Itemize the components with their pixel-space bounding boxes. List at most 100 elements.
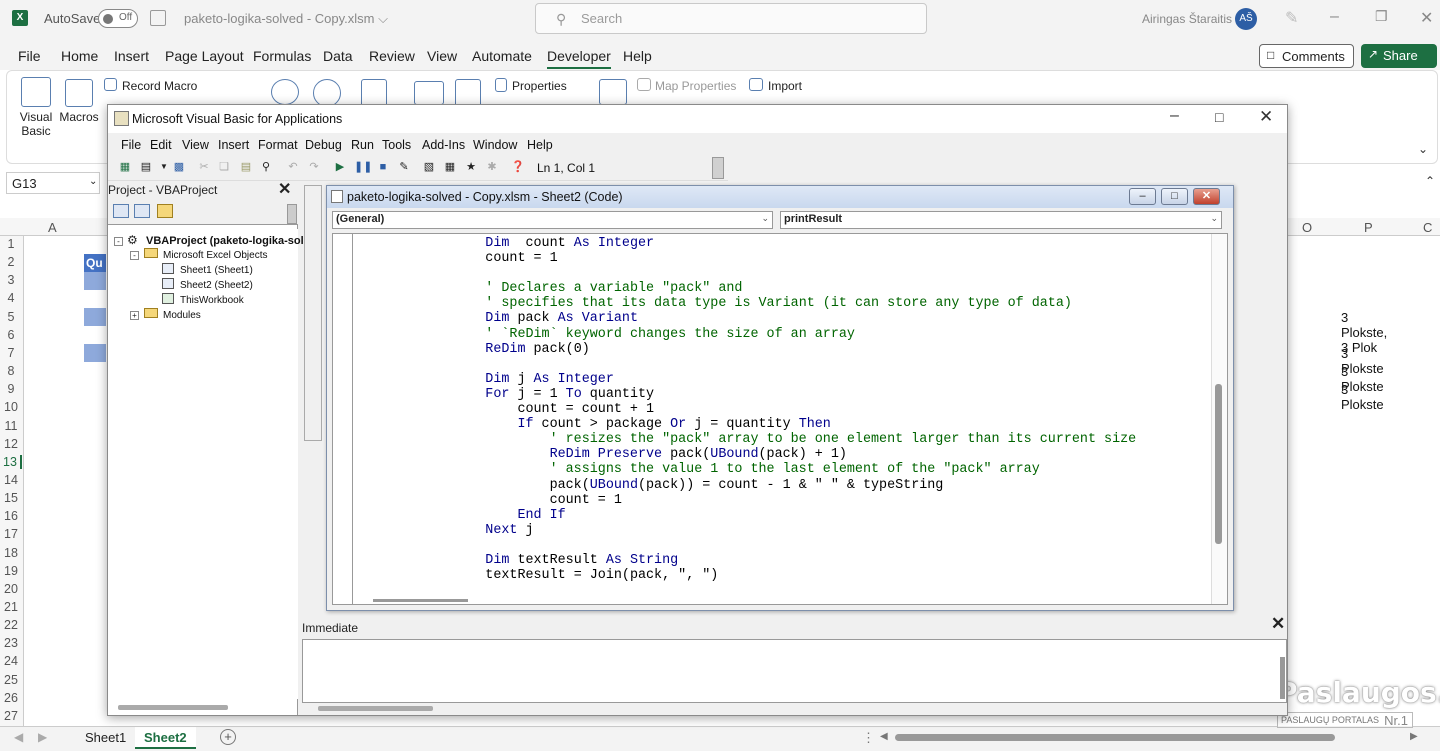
row-header[interactable]: 23 bbox=[0, 636, 22, 650]
row-header[interactable]: 4 bbox=[0, 291, 22, 305]
column-header[interactable]: A bbox=[48, 220, 57, 235]
highlighted-cell[interactable] bbox=[84, 272, 106, 290]
scroll-left-icon[interactable]: ◀ bbox=[880, 731, 888, 742]
toolbar-overflow-handle[interactable] bbox=[712, 157, 724, 179]
row-header[interactable]: 1 bbox=[0, 237, 22, 251]
visual-basic-label[interactable]: Visual Basic bbox=[13, 110, 59, 138]
chevron-down-icon[interactable]: ⌄ bbox=[1210, 213, 1218, 224]
row-header[interactable]: 15 bbox=[0, 491, 22, 505]
highlighted-cell[interactable] bbox=[84, 308, 106, 326]
row-header[interactable]: 25 bbox=[0, 673, 22, 687]
gear-icon[interactable] bbox=[313, 79, 341, 107]
cell-p9[interactable]: 3 Plokste bbox=[1341, 382, 1384, 412]
highlighted-cell[interactable] bbox=[84, 344, 106, 362]
code-line[interactable] bbox=[421, 538, 1136, 553]
tab-page-layout[interactable]: Page Layout bbox=[165, 48, 244, 64]
toggle-folders-icon[interactable] bbox=[157, 204, 173, 218]
row-header[interactable]: 8 bbox=[0, 364, 22, 378]
more-icon[interactable]: ⋮ bbox=[862, 730, 875, 746]
find-icon[interactable]: ⚲ bbox=[259, 160, 273, 174]
insert-module-icon[interactable]: ▤ bbox=[139, 160, 153, 174]
view-object-icon[interactable] bbox=[134, 204, 150, 218]
help-icon[interactable]: ❓ bbox=[511, 160, 525, 174]
com-add-ins-icon[interactable] bbox=[361, 79, 387, 107]
code-line[interactable]: Dim j As Integer bbox=[421, 372, 1136, 387]
undo-icon[interactable]: ↶ bbox=[286, 160, 300, 174]
tree-sheet2[interactable]: Sheet2 (Sheet2) bbox=[180, 280, 253, 291]
tab-file[interactable]: File bbox=[18, 48, 41, 64]
immediate-window[interactable] bbox=[302, 639, 1287, 703]
tab-help[interactable]: Help bbox=[623, 48, 652, 64]
cut-icon[interactable]: ✂ bbox=[197, 160, 211, 174]
collapse-icon[interactable]: - bbox=[130, 251, 139, 260]
menu-help[interactable]: Help bbox=[527, 138, 553, 152]
row-header[interactable]: 3 bbox=[0, 273, 22, 287]
row-header[interactable]: 7 bbox=[0, 346, 22, 360]
code-margin[interactable] bbox=[333, 234, 353, 604]
avatar[interactable]: AŠ bbox=[1235, 8, 1257, 30]
code-text[interactable]: Dim count As Integer count = 1 ' Declare… bbox=[421, 236, 1136, 583]
tab-automate[interactable]: Automate bbox=[472, 48, 532, 64]
code-line[interactable]: count = count + 1 bbox=[421, 402, 1136, 417]
code-line[interactable]: ' resizes the "pack" array to be one ele… bbox=[421, 432, 1137, 447]
row-header[interactable]: 5 bbox=[0, 310, 22, 324]
procedure-dropdown[interactable]: printResult ⌄ bbox=[780, 211, 1222, 229]
code-close-button[interactable]: ✕ bbox=[1193, 188, 1220, 205]
tab-review[interactable]: Review bbox=[369, 48, 415, 64]
document-title[interactable]: paketo-logika-solved - Copy.xlsm ⌵ bbox=[184, 11, 388, 27]
horizontal-scrollbar[interactable] bbox=[895, 734, 1335, 741]
tree-modules[interactable]: Modules bbox=[163, 310, 201, 321]
project-explorer-icon[interactable]: ▧ bbox=[422, 160, 436, 174]
column-header[interactable]: C bbox=[1423, 220, 1432, 235]
horizontal-scrollbar[interactable] bbox=[118, 705, 228, 710]
row-header[interactable]: 20 bbox=[0, 582, 22, 596]
column-header[interactable]: O bbox=[1302, 220, 1312, 235]
menu-add-ins[interactable]: Add-Ins bbox=[422, 138, 465, 152]
code-editor[interactable]: Dim count As Integer count = 1 ' Declare… bbox=[332, 233, 1228, 605]
vertical-scrollbar[interactable] bbox=[1211, 234, 1227, 604]
code-line[interactable]: Next j bbox=[421, 523, 1136, 538]
code-line[interactable]: End If bbox=[421, 508, 1136, 523]
copy-icon[interactable]: ❏ bbox=[217, 160, 231, 174]
comments-button[interactable]: □ Comments bbox=[1259, 44, 1354, 68]
close-button[interactable]: ✕ bbox=[1420, 8, 1433, 28]
source-icon[interactable] bbox=[599, 79, 627, 105]
code-line[interactable]: For j = 1 To quantity bbox=[421, 387, 1136, 402]
row-header[interactable]: 27 bbox=[0, 709, 22, 723]
row-header[interactable]: 14 bbox=[0, 473, 22, 487]
share-button[interactable]: ↗ Share bbox=[1361, 44, 1437, 68]
menu-view[interactable]: View bbox=[182, 138, 209, 152]
tab-insert[interactable]: Insert bbox=[114, 48, 149, 64]
close-icon[interactable]: ✕ bbox=[1271, 614, 1289, 634]
properties-window-icon[interactable]: ▦ bbox=[443, 160, 457, 174]
code-line[interactable]: textResult = Join(pack, ", ") bbox=[421, 568, 1136, 583]
code-line[interactable]: pack(UBound(pack)) = count - 1 & " " & t… bbox=[421, 478, 1136, 493]
code-line[interactable]: Dim textResult As String bbox=[421, 553, 1136, 568]
code-line[interactable] bbox=[421, 266, 1136, 281]
paste-icon[interactable]: ▤ bbox=[239, 160, 253, 174]
restore-button[interactable]: ❐ bbox=[1375, 8, 1388, 25]
row-header[interactable]: 24 bbox=[0, 654, 22, 668]
macros-icon[interactable] bbox=[65, 79, 93, 107]
tab-home[interactable]: Home bbox=[61, 48, 98, 64]
tab-developer[interactable]: Developer bbox=[547, 48, 611, 69]
menu-run[interactable]: Run bbox=[351, 138, 374, 152]
collapse-icon[interactable]: - bbox=[114, 237, 123, 246]
row-header[interactable]: 13 bbox=[0, 454, 22, 469]
design-mode-icon[interactable] bbox=[455, 79, 481, 107]
code-maximize-button[interactable]: □ bbox=[1161, 188, 1188, 205]
tree-vba-project[interactable]: VBAProject (paketo-logika-sol bbox=[146, 235, 304, 247]
chevron-down-icon[interactable]: ⌄ bbox=[89, 176, 97, 187]
code-minimize-button[interactable]: – bbox=[1129, 188, 1156, 205]
minimize-button[interactable]: – bbox=[1330, 8, 1339, 26]
tree-sheet1[interactable]: Sheet1 (Sheet1) bbox=[180, 265, 253, 276]
scrollbar-thumb[interactable] bbox=[1215, 384, 1222, 544]
pen-icon[interactable]: ✎ bbox=[1285, 8, 1298, 28]
chevron-down-icon[interactable]: ⌄ bbox=[761, 213, 769, 224]
run-icon[interactable]: ▶ bbox=[333, 160, 347, 174]
view-code-icon[interactable] bbox=[113, 204, 129, 218]
code-line[interactable]: ' assigns the value 1 to the last elemen… bbox=[421, 462, 1136, 477]
scroll-handle[interactable] bbox=[287, 204, 297, 224]
break-icon[interactable]: ❚❚ bbox=[354, 160, 372, 174]
row-header[interactable]: 19 bbox=[0, 564, 22, 578]
